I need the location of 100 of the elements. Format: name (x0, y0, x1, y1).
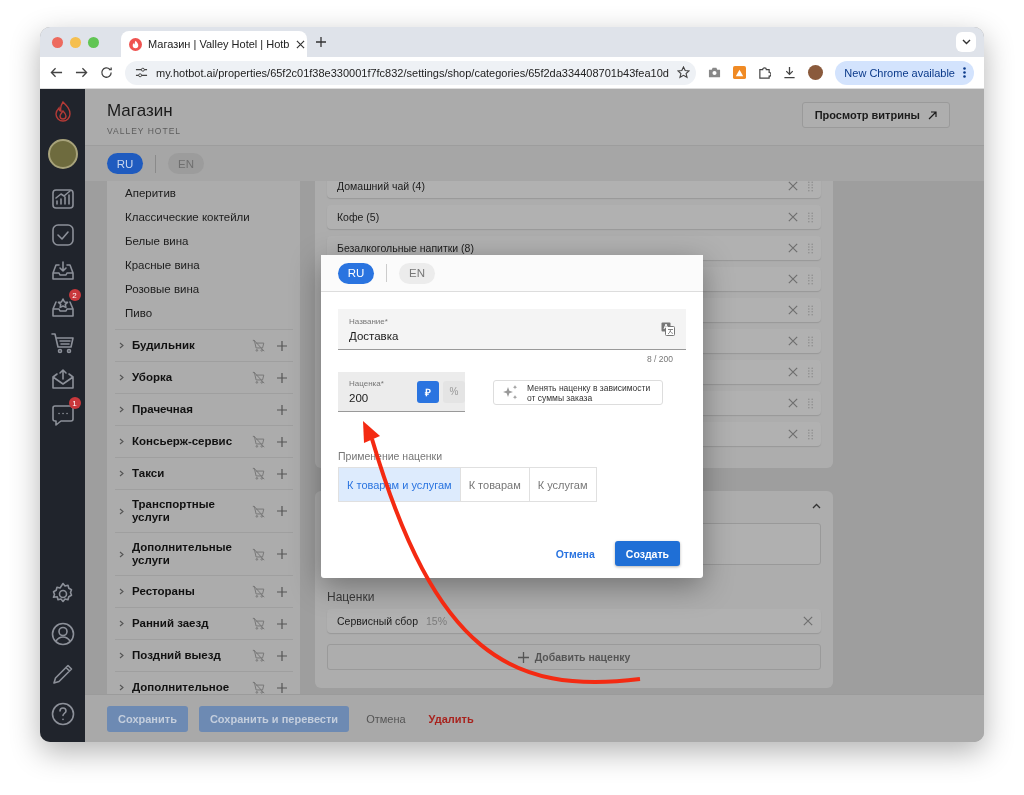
chevron-icon[interactable] (118, 342, 125, 349)
add-icon[interactable] (277, 404, 287, 415)
close-icon[interactable] (803, 616, 813, 626)
chevron-icon[interactable] (118, 620, 125, 627)
close-icon[interactable] (788, 305, 798, 315)
subcategory-row[interactable]: Домашний чай (4) (327, 181, 821, 198)
dialog-cancel-button[interactable]: Отмена (549, 546, 601, 561)
zoom-window-button[interactable] (88, 36, 99, 48)
chart-icon[interactable] (50, 187, 75, 211)
hotel-avatar[interactable] (47, 139, 78, 169)
subcategory-item[interactable]: Пиво (107, 301, 300, 325)
create-button[interactable]: Создать (614, 541, 680, 566)
markup-field[interactable]: Наценка* 200 ₽ % (338, 372, 465, 412)
category-name[interactable]: Поздний выезд (132, 649, 244, 662)
subcategory-item[interactable]: Белые вина (107, 229, 300, 253)
close-icon[interactable] (788, 181, 798, 191)
add-icon[interactable] (277, 436, 287, 447)
chevron-icon[interactable] (118, 507, 125, 515)
storefront-button[interactable]: Просмотр витрины (801, 102, 950, 128)
update-button[interactable]: New Chrome available (835, 60, 974, 85)
add-icon[interactable] (277, 618, 287, 629)
close-icon[interactable] (788, 336, 798, 346)
subcategory-item[interactable]: Розовые вина (107, 277, 300, 301)
close-icon[interactable] (788, 367, 798, 377)
download-icon[interactable] (783, 66, 797, 79)
add-icon[interactable] (277, 468, 287, 479)
flame-logo-icon[interactable] (53, 101, 72, 123)
star-icon[interactable] (676, 66, 690, 79)
add-icon[interactable] (277, 586, 287, 597)
drag-handle-icon[interactable] (808, 428, 813, 440)
category-name[interactable]: Ранний заезд (132, 617, 244, 630)
close-icon[interactable] (788, 243, 798, 253)
chevron-icon[interactable] (118, 374, 125, 381)
drag-handle-icon[interactable] (808, 366, 813, 378)
segment-option[interactable]: К товарам (459, 467, 530, 502)
tab-search-button[interactable] (956, 32, 976, 52)
translate-icon[interactable] (661, 322, 675, 336)
add-icon[interactable] (277, 506, 287, 516)
category-name[interactable]: Консьерж-сервис (132, 435, 244, 448)
pencil-icon[interactable] (50, 662, 75, 686)
star-tray-icon[interactable] (50, 295, 75, 319)
more-icon[interactable] (963, 67, 966, 78)
drag-handle-icon[interactable] (808, 397, 813, 409)
name-field[interactable]: Название* Доставка (338, 309, 686, 350)
chevron-icon[interactable] (118, 684, 125, 691)
subcategory-item[interactable]: Классические коктейли (107, 205, 300, 229)
subcategory-item[interactable]: Красные вина (107, 253, 300, 277)
category-name[interactable]: Дополнительное (132, 681, 244, 694)
site-settings-icon[interactable] (135, 66, 148, 79)
close-icon[interactable] (788, 398, 798, 408)
close-window-button[interactable] (52, 36, 63, 48)
drag-handle-icon[interactable] (808, 242, 813, 254)
drag-handle-icon[interactable] (808, 304, 813, 316)
check-icon[interactable] (50, 223, 75, 247)
add-icon[interactable] (277, 372, 287, 383)
language-tab[interactable]: RU (338, 262, 374, 284)
inbox-icon[interactable] (50, 259, 75, 283)
subcategory-item[interactable]: Аперитив (107, 181, 300, 205)
close-icon[interactable] (788, 274, 798, 284)
category-name[interactable]: Транспортные услуги (132, 498, 244, 524)
category-name[interactable]: Прачечная (132, 403, 193, 416)
tiered-markup-button[interactable]: Менять наценку в зависимости от суммы заказа (493, 380, 663, 405)
forward-icon[interactable] (75, 66, 88, 79)
category-name[interactable]: Дополнительные услуги (132, 541, 244, 567)
drag-handle-icon[interactable] (808, 335, 813, 347)
close-tab-icon[interactable] (295, 39, 305, 49)
new-tab-icon[interactable] (315, 36, 327, 48)
address-bar[interactable]: my.hotbot.ai/properties/65f2c01f38e330001f7fc832/settings/shop/categories/65f2da334408701b43fea10d (125, 60, 697, 85)
cart-icon[interactable] (50, 331, 75, 355)
extension-icon[interactable] (733, 66, 747, 79)
puzzle-icon[interactable] (758, 66, 772, 79)
help-icon[interactable] (50, 702, 75, 726)
category-name[interactable]: Рестораны (132, 585, 244, 598)
chevron-icon[interactable] (118, 588, 125, 595)
mail-icon[interactable] (50, 367, 75, 391)
chevron-icon[interactable] (118, 550, 125, 558)
drag-handle-icon[interactable] (808, 273, 813, 285)
user-icon[interactable] (50, 622, 75, 646)
add-icon[interactable] (277, 549, 287, 559)
add-icon[interactable] (277, 650, 287, 661)
category-name[interactable]: Такси (132, 467, 244, 480)
chevron-icon[interactable] (118, 438, 125, 445)
category-name[interactable]: Уборка (132, 371, 244, 384)
browser-tab[interactable]: Магазин | Valley Hotel | Hotb (121, 31, 307, 57)
close-icon[interactable] (788, 429, 798, 439)
language-tab[interactable]: RU (107, 153, 143, 174)
drag-handle-icon[interactable] (808, 181, 813, 192)
subcategory-row[interactable]: Кофе (5) (327, 205, 821, 229)
add-icon[interactable] (277, 340, 287, 351)
chevron-icon[interactable] (118, 406, 125, 413)
chevron-icon[interactable] (118, 652, 125, 659)
collapse-icon[interactable] (812, 503, 821, 509)
language-tab[interactable]: EN (399, 262, 435, 284)
chat-icon[interactable] (50, 403, 75, 427)
back-icon[interactable] (50, 66, 63, 79)
close-icon[interactable] (788, 212, 798, 222)
unit-toggle[interactable]: ₽ (417, 380, 439, 403)
add-icon[interactable] (277, 682, 287, 693)
camera-icon[interactable] (708, 66, 722, 79)
chevron-icon[interactable] (118, 470, 125, 477)
